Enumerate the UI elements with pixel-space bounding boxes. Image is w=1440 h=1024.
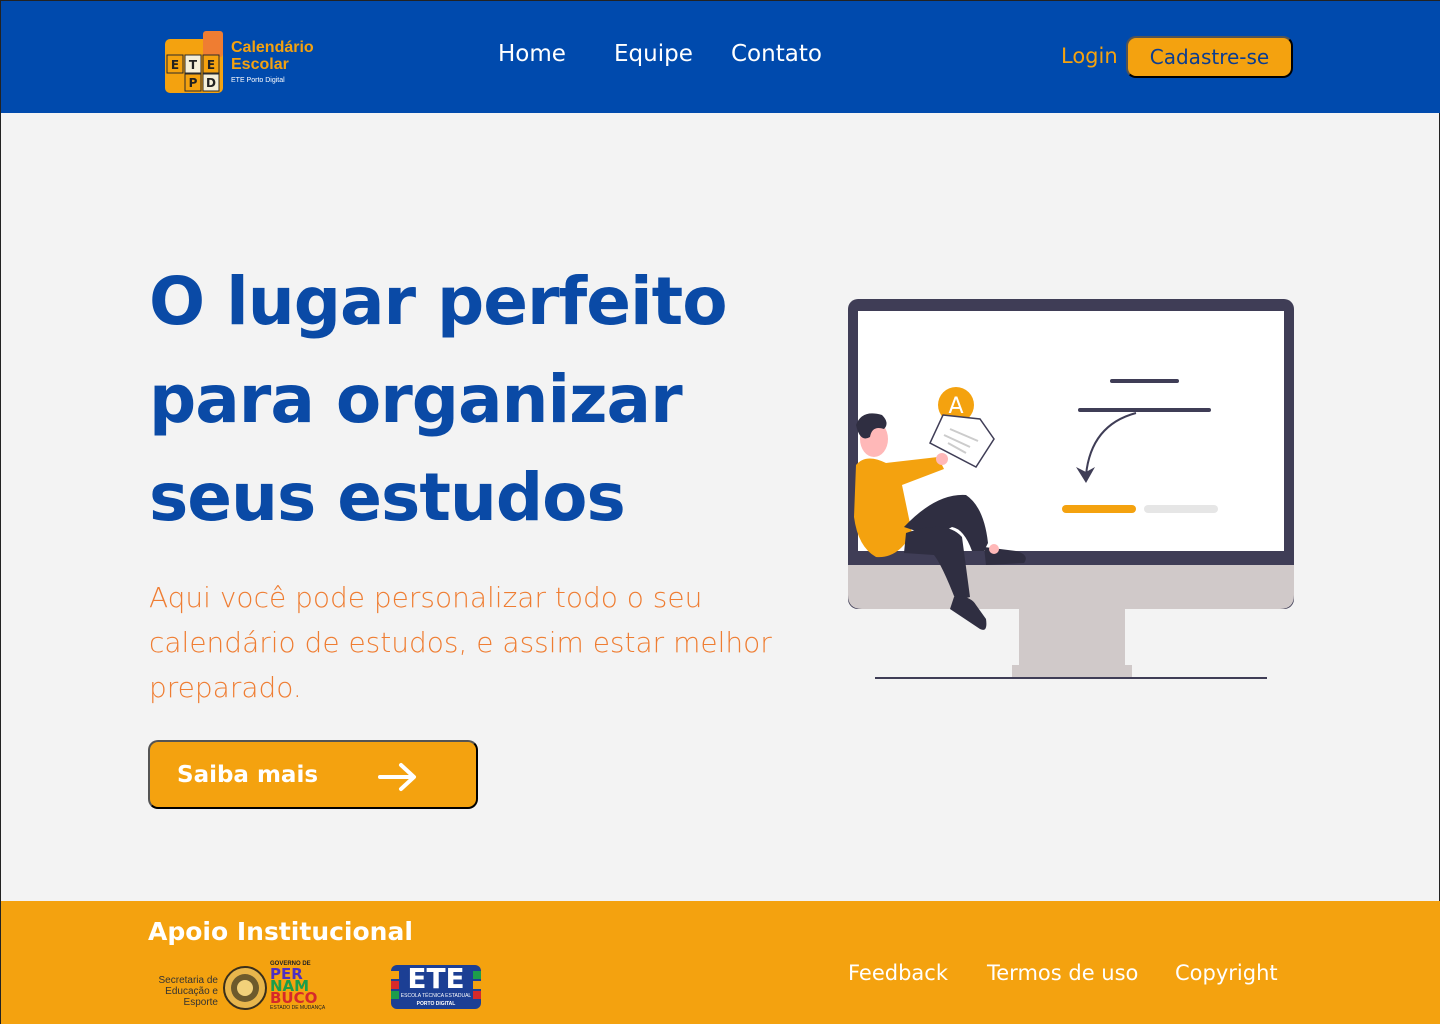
nav-home[interactable]: Home — [498, 41, 566, 71]
logo-title-line1: Calendário — [231, 39, 314, 56]
hero-title: O lugar perfeito para organizar seus est… — [149, 253, 769, 547]
site-header: E T E P D Calendário Escolar ETE Porto D… — [1, 1, 1440, 113]
ete-logo-word: ETE — [407, 962, 465, 995]
login-link[interactable]: Login — [1061, 44, 1118, 68]
arrow-right-icon — [378, 763, 416, 791]
ete-porto-digital-logo: ETE ESCOLA TÉCNICA ESTADUAL PORTO DIGITA… — [391, 963, 481, 1013]
footer-link-feedback[interactable]: Feedback — [848, 961, 948, 985]
logo-letter: T — [189, 58, 198, 72]
governo-pernambuco-logo: GOVERNO DE PER NAM BUCO ESTADO DE MUDANÇ… — [270, 961, 336, 1013]
logo-letter: E — [207, 58, 215, 72]
monitor-illustration: A — [848, 299, 1294, 679]
logo-subtitle: ETE Porto Digital — [231, 77, 285, 84]
logo-grid-icon: E T E P D — [165, 31, 223, 93]
logo-letter: D — [206, 76, 216, 90]
footer-link-termos-de-uso[interactable]: Termos de uso — [987, 961, 1138, 985]
hero-description: Aqui você pode personalizar todo o seu c… — [149, 581, 772, 704]
pe-logo-line: BUCO — [270, 989, 318, 1007]
secretaria-pernambuco-logo: Secretaria de Educação e Esporte GOVERNO… — [146, 961, 336, 1013]
nav-equipe[interactable]: Equipe — [614, 41, 693, 71]
logo-letter: E — [171, 58, 179, 72]
logo-letter: P — [189, 76, 198, 90]
ete-logo-line1: ESCOLA TÉCNICA ESTADUAL — [400, 993, 472, 999]
ete-logo-line2: PORTO DIGITAL — [411, 1001, 461, 1007]
pe-logo-bottom: ESTADO DE MUDANÇA — [270, 1005, 326, 1011]
hero-title-line: para organizar — [149, 361, 683, 438]
hero-title-line: O lugar perfeito — [149, 263, 728, 340]
site-footer: Apoio Institucional Secretaria de Educaç… — [1, 901, 1440, 1024]
nav-contato[interactable]: Contato — [731, 41, 822, 71]
footer-title: Apoio Institucional — [148, 917, 413, 946]
secretaria-text: Secretaria de Educação e Esporte — [158, 975, 218, 1008]
logo-title-line2: Escolar — [231, 56, 289, 73]
hero-title-line: seus estudos — [149, 459, 626, 536]
saiba-mais-button[interactable]: Saiba mais — [148, 740, 478, 809]
calendario-escolar-logo[interactable]: E T E P D Calendário Escolar ETE Porto D… — [165, 29, 335, 93]
saiba-mais-label: Saiba mais — [177, 762, 319, 788]
footer-link-copyright[interactable]: Copyright — [1175, 961, 1278, 985]
state-seal-icon — [223, 966, 267, 1010]
logo-text: Calendário Escolar ETE Porto Digital — [231, 39, 314, 84]
signup-button[interactable]: Cadastre-se — [1126, 36, 1293, 78]
